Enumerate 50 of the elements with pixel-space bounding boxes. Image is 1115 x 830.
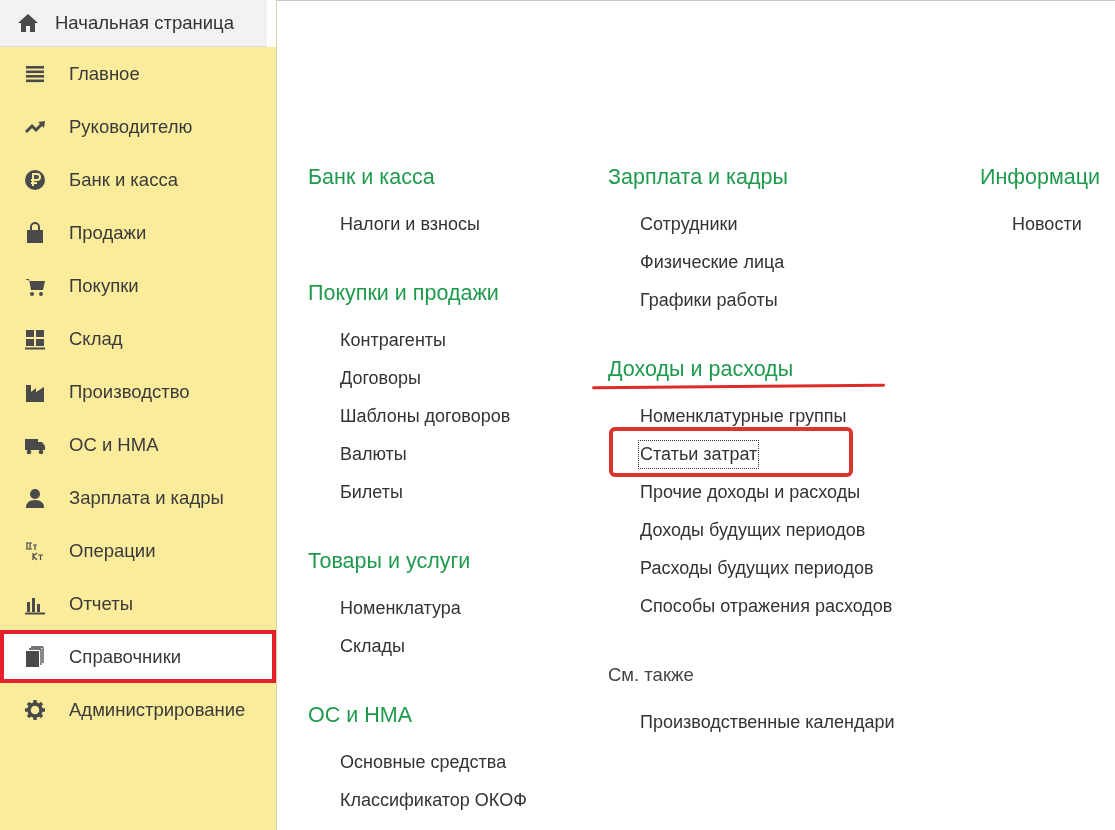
sidebar-item[interactable]: Операции — [0, 524, 276, 577]
nav-link[interactable]: Классификатор ОКОФ — [339, 786, 528, 814]
section-heading: ОС и НМА — [308, 702, 412, 729]
sidebar-item[interactable]: Производство — [0, 365, 276, 418]
section-heading: Доходы и расходы — [608, 355, 794, 383]
warehouse-icon — [24, 327, 46, 350]
section-heading: Товары и услуги — [308, 548, 471, 575]
nav-link[interactable]: Доходы будущих периодов — [639, 516, 867, 544]
nav-link[interactable]: Новости — [1011, 210, 1083, 238]
sidebar-item[interactable]: ОС и НМА — [0, 418, 276, 471]
debit-credit-icon — [24, 539, 46, 562]
sidebar-item[interactable]: Продажи — [0, 206, 276, 259]
nav-link[interactable]: Расходы будущих периодов — [639, 554, 875, 582]
section-heading: Покупки и продажи — [308, 280, 499, 307]
nav-link[interactable]: Шаблоны договоров — [339, 402, 512, 430]
ruble-coin-icon — [24, 168, 46, 191]
nav-link[interactable]: Статьи затрат — [639, 440, 759, 468]
home-tab[interactable]: Начальная страница — [0, 0, 267, 47]
sidebar-item[interactable]: Руководителю — [0, 100, 276, 153]
nav-link[interactable]: Способы отражения расходов — [639, 592, 894, 620]
nav-link[interactable]: Договоры — [339, 364, 422, 392]
home-icon — [17, 13, 39, 33]
section-heading: Банк и касса — [308, 164, 435, 191]
nav-link[interactable]: Налоги и взносы — [339, 210, 481, 238]
nav-link[interactable]: Контрагенты — [339, 326, 447, 354]
sidebar-item[interactable]: Отчеты — [0, 577, 276, 630]
nav-link[interactable]: Графики работы — [639, 286, 779, 314]
see-also-heading: См. также — [608, 663, 694, 687]
person-icon — [24, 486, 46, 509]
sidebar-item[interactable]: Склад — [0, 312, 276, 365]
nav-link[interactable]: Основные средства — [339, 748, 508, 776]
sidebar-item[interactable]: Администрирование — [0, 683, 276, 736]
nav-link[interactable]: Валюты — [339, 440, 408, 468]
sidebar-item[interactable]: Покупки — [0, 259, 276, 312]
nav-link[interactable]: Склады — [339, 632, 407, 660]
section-heading: Зарплата и кадры — [608, 164, 788, 191]
nav-link[interactable]: Билеты — [339, 478, 404, 506]
nav-link[interactable]: Номенклатурные группы — [639, 402, 848, 430]
sidebar-item[interactable]: Справочники — [0, 630, 276, 683]
nav-link[interactable]: Производственные календари — [639, 708, 896, 736]
section-heading: Информаци — [980, 164, 1100, 191]
documents-icon — [24, 645, 46, 668]
nav-link[interactable]: Сотрудники — [639, 210, 739, 238]
sidebar-item[interactable]: Зарплата и кадры — [0, 471, 276, 524]
sidebar-item[interactable]: Банк и касса — [0, 153, 276, 206]
gear-icon — [24, 698, 46, 721]
nav-link[interactable]: Прочие доходы и расходы — [639, 478, 862, 506]
nav-link[interactable]: Номенклатура — [339, 594, 462, 622]
nav-link[interactable]: Физические лица — [639, 248, 786, 276]
sidebar-item[interactable]: Главное — [0, 47, 276, 100]
